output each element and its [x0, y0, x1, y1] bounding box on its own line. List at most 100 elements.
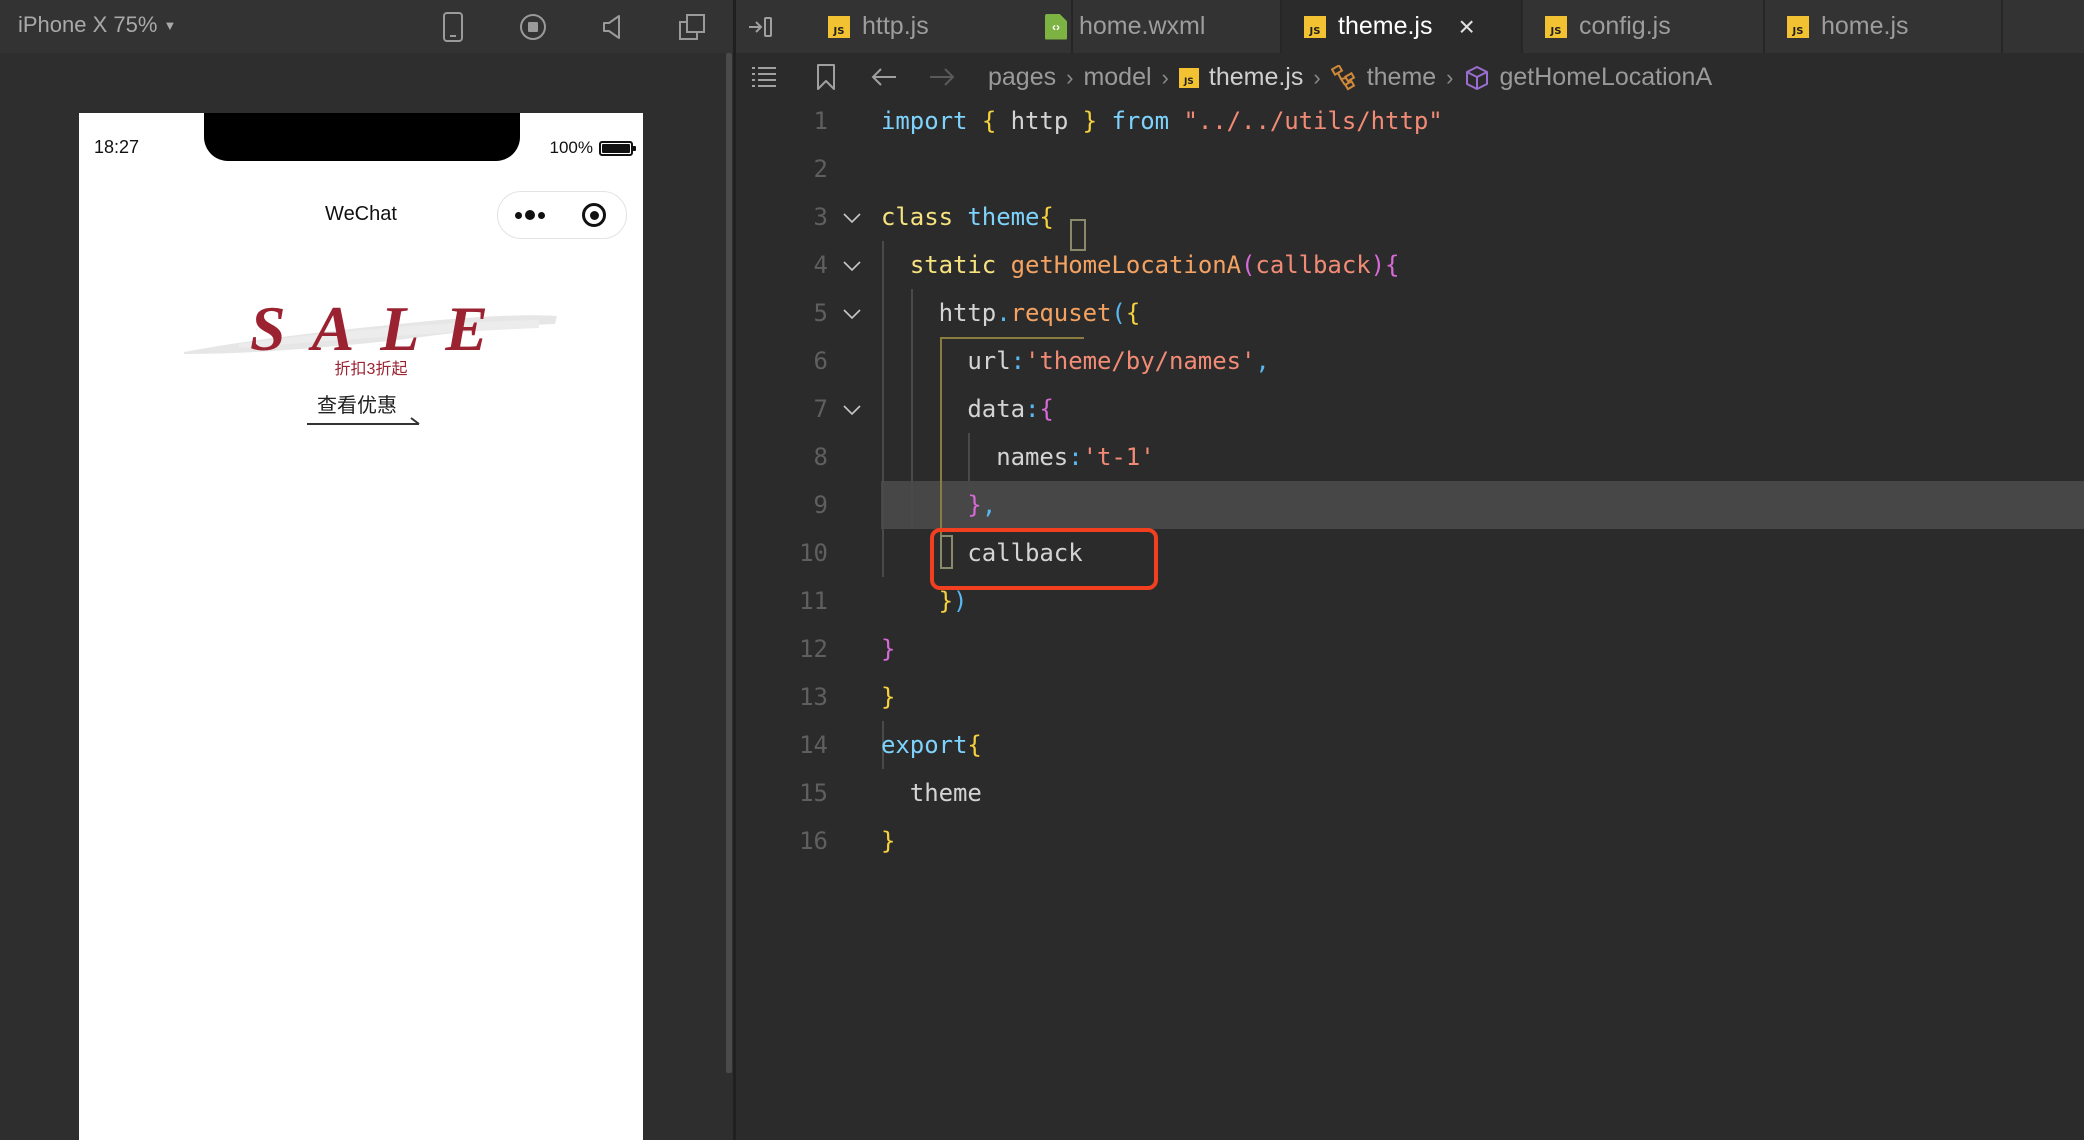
simulator-scrollbar[interactable]: [726, 53, 732, 1073]
code-line[interactable]: 15 theme: [736, 769, 2084, 817]
code-line[interactable]: 9 },: [736, 481, 2084, 529]
outline-list-icon[interactable]: [750, 63, 778, 91]
code-text: data:{: [881, 385, 1053, 433]
line-number: 10: [799, 539, 828, 567]
phone-icon[interactable]: [438, 12, 468, 42]
line-number: 8: [813, 443, 828, 471]
line-number: 4: [813, 251, 828, 279]
code-token: import: [881, 107, 968, 135]
line-number: 9: [813, 491, 828, 519]
code-line[interactable]: 4 static getHomeLocationA(callback){: [736, 241, 2084, 289]
bookmark-icon[interactable]: [812, 63, 840, 91]
more-button[interactable]: [505, 195, 555, 235]
tab-home-wxml[interactable]: ‹› home.wxml: [1023, 0, 1282, 53]
code-line[interactable]: 6 url:'theme/by/names',: [736, 337, 2084, 385]
line-number: 11: [799, 587, 828, 615]
sidebar-toggle-icon[interactable]: [748, 14, 774, 40]
code-area[interactable]: 1 import { http } from "../../utils/http"…: [736, 97, 2084, 1140]
battery-icon: [599, 140, 636, 156]
code-token: }: [938, 587, 954, 615]
tab-label: http.js: [862, 12, 929, 40]
code-token: }: [1082, 107, 1098, 135]
code-token: }: [967, 491, 982, 519]
code-token: export: [881, 731, 968, 759]
code-text: static getHomeLocationA(callback){: [881, 241, 1400, 289]
code-line[interactable]: 16}: [736, 817, 2084, 865]
volume-icon[interactable]: [598, 12, 628, 42]
js-file-icon: JS: [828, 15, 850, 38]
tab-label: home.js: [1821, 12, 1909, 40]
back-arrow-icon[interactable]: [870, 63, 898, 91]
line-number: 3: [813, 203, 828, 231]
line-number: 13: [799, 683, 828, 711]
fold-chevron-icon[interactable]: [843, 385, 861, 433]
code-token: http: [996, 107, 1083, 135]
tab-label: home.wxml: [1079, 12, 1206, 40]
code-token: {: [981, 107, 997, 135]
close-miniprogram-button[interactable]: [569, 195, 619, 235]
code-line[interactable]: 12}: [736, 625, 2084, 673]
code-token: names: [881, 443, 1069, 471]
code-token: }: [881, 683, 896, 711]
code-token: ): [1370, 251, 1386, 279]
breadcrumb-pages[interactable]: pages: [988, 63, 1056, 92]
code-line[interactable]: 5 http.requset({: [736, 289, 2084, 337]
target-icon: [582, 203, 606, 227]
breadcrumb-file[interactable]: theme.js: [1209, 63, 1303, 92]
devtools-window: iPhone X 75% ▼ 18:27 100% WeChat SALE 折扣…: [0, 0, 2084, 1140]
device-zoom-select[interactable]: iPhone X 75% ▼: [18, 12, 176, 38]
js-file-icon: JS: [1545, 15, 1567, 38]
code-text: http.requset({: [881, 289, 1141, 337]
code-token: getHomeLocationA: [1010, 251, 1242, 279]
code-line[interactable]: 2: [736, 145, 2084, 193]
breadcrumb-model[interactable]: model: [1083, 63, 1151, 92]
breadcrumb-method[interactable]: getHomeLocationA: [1500, 63, 1713, 92]
tab-theme-js[interactable]: JS theme.js ×: [1282, 0, 1523, 53]
code-text: import { http } from "../../utils/http": [881, 97, 1443, 145]
underline-arrow-icon: [307, 417, 420, 425]
code-line[interactable]: 3 class theme{: [736, 193, 2084, 241]
line-number: 1: [813, 107, 828, 135]
code-line[interactable]: 8 names:'t-1': [736, 433, 2084, 481]
fold-chevron-icon[interactable]: [843, 193, 861, 241]
code-text: }: [881, 625, 895, 673]
code-line[interactable]: 14 export{: [736, 721, 2084, 769]
line-number: 15: [799, 779, 828, 807]
sale-banner[interactable]: SALE 折扣3折起: [179, 278, 559, 388]
code-line[interactable]: 1 import { http } from "../../utils/http": [736, 97, 2084, 145]
code-token: data: [881, 395, 1025, 423]
code-token: (: [1111, 299, 1126, 327]
window-icon[interactable]: [677, 12, 707, 42]
battery-percent: 100%: [549, 138, 593, 157]
tab-config-js[interactable]: JS config.js: [1523, 0, 1765, 53]
tab-label: theme.js: [1338, 12, 1433, 40]
view-deal-link[interactable]: 查看优惠: [307, 389, 427, 425]
tab-home-js[interactable]: JS home.js: [1765, 0, 2003, 53]
js-file-icon: JS: [1178, 67, 1199, 88]
close-tab-icon[interactable]: ×: [1458, 12, 1474, 41]
forward-arrow-icon[interactable]: [928, 63, 956, 91]
fold-chevron-icon[interactable]: [843, 289, 861, 337]
status-time: 18:27: [94, 137, 140, 157]
wechat-capsule: [497, 191, 627, 239]
fold-chevron-icon[interactable]: [843, 241, 861, 289]
code-text: theme: [881, 769, 982, 817]
line-number: 7: [813, 395, 828, 423]
device-zoom-label: iPhone X 75%: [18, 12, 158, 37]
breadcrumb-class[interactable]: theme: [1367, 63, 1436, 92]
caret-down-icon: ▼: [163, 17, 177, 33]
js-file-icon: JS: [1304, 15, 1326, 38]
code-token: url: [881, 347, 1011, 375]
code-token: "../../utils/http": [1183, 107, 1443, 135]
line-number: 12: [799, 635, 828, 663]
code-line[interactable]: 7 data:{: [736, 385, 2084, 433]
code-token: 'theme/by/names': [1025, 347, 1256, 375]
stop-record-icon[interactable]: [518, 12, 548, 42]
code-line[interactable]: 13}: [736, 673, 2084, 721]
code-token: .: [996, 299, 1011, 327]
code-token: :: [1025, 395, 1040, 423]
sale-subtitle: 折扣3折起: [334, 361, 408, 378]
